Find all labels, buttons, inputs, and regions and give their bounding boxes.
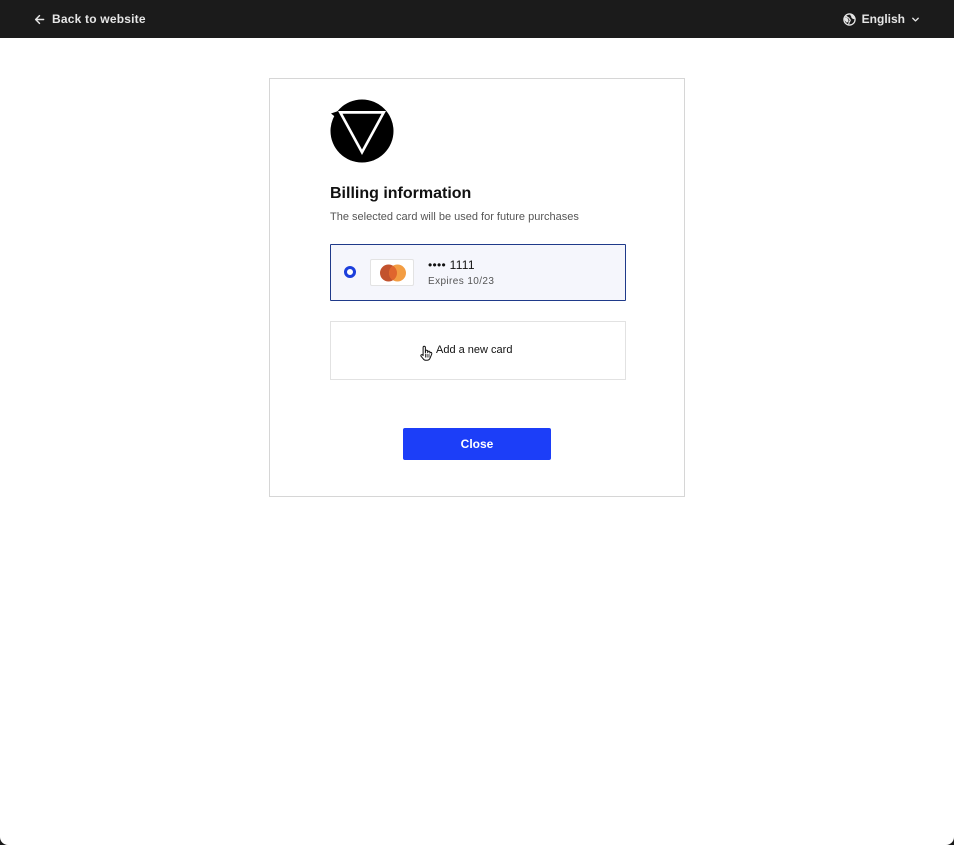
hand-cursor-icon bbox=[420, 345, 434, 368]
billing-title: Billing information bbox=[330, 185, 472, 202]
back-link-label: Back to website bbox=[52, 12, 146, 26]
billing-panel: Billing information The selected card wi… bbox=[269, 78, 685, 497]
back-to-website-link[interactable]: Back to website bbox=[34, 11, 146, 27]
billing-subtitle: The selected card will be used for futur… bbox=[330, 211, 579, 223]
selected-radio[interactable] bbox=[344, 266, 356, 278]
globe-icon bbox=[842, 12, 856, 26]
saved-card-option[interactable]: •••• 1111 Expires 10/23 bbox=[330, 244, 626, 301]
language-label: English bbox=[861, 12, 905, 26]
arrow-left-icon bbox=[34, 14, 45, 25]
app-window: Back to website English Billing informat… bbox=[0, 0, 954, 845]
add-card-label: Add a new card bbox=[436, 344, 513, 356]
chevron-down-icon bbox=[911, 15, 920, 24]
add-new-card-button[interactable]: Add a new card bbox=[330, 321, 626, 380]
card-expiry: Expires 10/23 bbox=[428, 276, 495, 287]
brand-logo bbox=[330, 99, 394, 163]
language-selector[interactable]: English bbox=[842, 11, 920, 27]
close-button[interactable]: Close bbox=[403, 428, 551, 460]
mastercard-icon bbox=[370, 259, 414, 286]
top-bar: Back to website English bbox=[0, 0, 954, 38]
card-number: •••• 1111 bbox=[428, 258, 475, 272]
